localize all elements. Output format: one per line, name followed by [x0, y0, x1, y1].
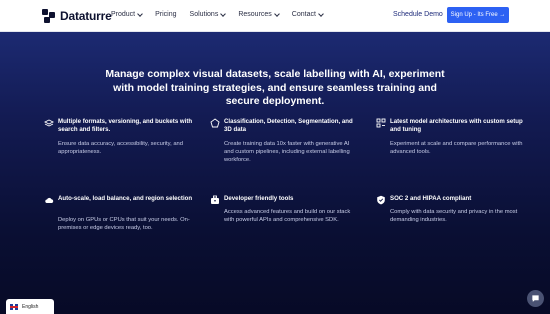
chevron-down-icon — [318, 10, 324, 17]
chevron-down-icon — [220, 10, 227, 17]
feature-description: Comply with data security and privacy in… — [390, 209, 518, 224]
feature-description: Deploy on GPUs or CPUs that suit your ne… — [58, 217, 190, 232]
model-icon — [376, 118, 386, 128]
brand-logo[interactable]: Dataturre — [42, 8, 112, 24]
dataturre-logo-icon — [42, 9, 56, 23]
nav-item-label: Pricing — [155, 11, 177, 18]
layers-icon — [44, 119, 54, 127]
feature-title: Auto-scale, load balance, and region sel… — [58, 195, 193, 202]
schedule-demo-link[interactable]: Schedule Demo — [393, 11, 443, 18]
nav-item-resources[interactable]: Resources — [238, 10, 280, 18]
shapes-icon — [210, 118, 220, 128]
nav-item-label: Solutions — [189, 11, 219, 18]
cloud-icon — [45, 197, 54, 203]
feature-title: SOC 2 and HIPAA compliant — [390, 195, 472, 202]
sign-up-button[interactable]: Sign Up - Its Free → — [447, 7, 509, 23]
feature-description: Access advanced features and build on ou… — [224, 209, 351, 224]
chevron-down-icon — [137, 10, 143, 17]
feature-description: Ensure data accuracy, accessibility, sec… — [58, 141, 184, 156]
uk-flag-icon — [10, 303, 18, 310]
main-nav: Product Pricing Solutions Resources Cont… — [111, 10, 336, 18]
brand-name: Dataturre — [60, 9, 112, 23]
nav-item-label: Product — [111, 11, 136, 18]
language-selector[interactable]: English — [6, 299, 54, 314]
nav-item-label: Resources — [238, 11, 272, 18]
language-label: English — [22, 303, 39, 310]
nav-item-pricing[interactable]: Pricing — [155, 11, 176, 18]
chat-button[interactable] — [527, 290, 544, 307]
shield-icon — [377, 195, 385, 205]
chevron-down-icon — [273, 10, 280, 17]
nav-item-label: Contact — [291, 11, 316, 18]
top-navigation-bar: Dataturre Product Pricing Solutions Reso… — [0, 0, 550, 32]
toolbox-icon — [211, 195, 219, 204]
feature-title: Latest model architectures with custom s… — [390, 118, 523, 133]
nav-item-contact[interactable]: Contact — [291, 10, 324, 18]
nav-item-solutions[interactable]: Solutions — [189, 10, 227, 18]
feature-description: Create training data 10x faster with gen… — [224, 141, 350, 164]
feature-title: Multiple formats, versioning, and bucket… — [58, 118, 193, 133]
nav-item-product[interactable]: Product — [111, 10, 143, 18]
chat-icon — [532, 295, 539, 302]
feature-description: Experiment at scale and compare performa… — [390, 141, 523, 156]
feature-title: Developer friendly tools — [224, 195, 294, 202]
feature-title: Classification, Detection, Segmentation,… — [224, 118, 353, 133]
hero-headline: Manage complex visual datasets, scale la… — [105, 68, 445, 107]
